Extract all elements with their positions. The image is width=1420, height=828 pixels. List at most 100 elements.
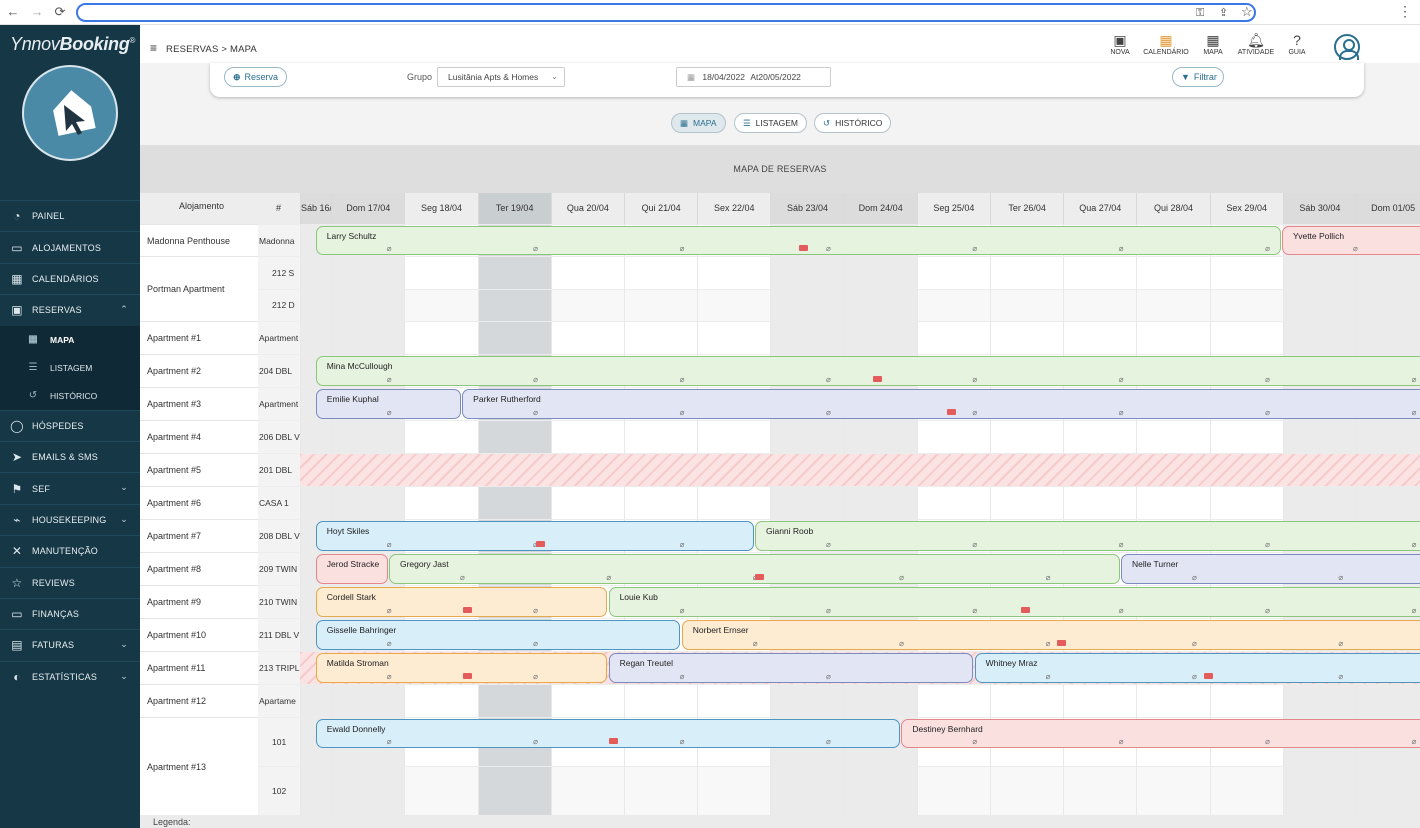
map-cell[interactable] <box>990 766 1064 815</box>
map-cell[interactable] <box>990 684 1064 717</box>
accommodation-label[interactable]: Apartment #7 <box>140 519 258 552</box>
sidebar-item-calend-rios[interactable]: ▦ CALENDÁRIOS <box>0 262 140 294</box>
map-cell[interactable] <box>697 288 771 321</box>
booking-bar[interactable]: Jerod Stracke <box>315 554 388 584</box>
map-cell[interactable] <box>1136 288 1210 321</box>
map-cell[interactable] <box>770 420 844 453</box>
breadcrumb-root[interactable]: RESERVAS <box>166 44 218 55</box>
map-cell[interactable] <box>331 486 405 519</box>
map-cell[interactable] <box>477 684 551 717</box>
toolbar-guia-button[interactable]: ? GUIA <box>1271 31 1323 56</box>
filtrar-button[interactable]: ▼ Filtrar <box>1172 67 1224 87</box>
map-cell[interactable] <box>300 684 332 717</box>
address-bar[interactable]: ⚿ ⇪ ☆ <box>76 3 1256 22</box>
map-cell[interactable] <box>990 420 1064 453</box>
map-cell[interactable] <box>550 256 624 289</box>
booking-bar[interactable]: Larry Schultz ⌀ ⌀ ⌀ ⌀ ⌀ ⌀ ⌀ <box>315 226 1281 255</box>
reload-icon[interactable]: ⟳ <box>53 4 67 20</box>
accommodation-label[interactable]: Apartment #8 <box>140 552 258 585</box>
map-cell[interactable] <box>1136 420 1210 453</box>
map-cell[interactable] <box>1136 766 1210 815</box>
map-cell[interactable] <box>331 256 405 289</box>
map-cell[interactable] <box>1356 766 1420 815</box>
grupo-select[interactable]: Lusitânia Apts & Homes ⌄ <box>437 67 565 87</box>
map-cell[interactable] <box>404 684 478 717</box>
map-cell[interactable] <box>300 321 332 354</box>
accommodation-label[interactable]: Apartment #5 <box>140 453 258 486</box>
map-cell[interactable] <box>1282 321 1356 354</box>
map-cell[interactable] <box>697 256 771 289</box>
map-cell[interactable] <box>1356 256 1420 289</box>
tab-historico[interactable]: ↺ HISTÓRICO <box>814 113 892 133</box>
map-cell[interactable] <box>1282 486 1356 519</box>
map-cell[interactable] <box>1209 256 1283 289</box>
sidebar-item-reviews[interactable]: ☆ REVIEWS <box>0 566 140 598</box>
map-cell[interactable] <box>624 256 698 289</box>
map-cell[interactable] <box>1282 420 1356 453</box>
accommodation-label[interactable]: Apartment #10 <box>140 618 258 651</box>
map-cell[interactable] <box>331 766 405 815</box>
map-cell[interactable] <box>843 420 917 453</box>
map-cell[interactable] <box>477 321 551 354</box>
booking-bar[interactable]: Emilie Kuphal ⌀ <box>315 389 461 419</box>
forward-icon[interactable]: → <box>30 4 44 20</box>
map-cell[interactable] <box>477 766 551 815</box>
booking-bar[interactable]: Norbert Ernser ⌀ ⌀ ⌀ ⌀ ⌀ <box>681 620 1420 650</box>
map-cell[interactable] <box>770 321 844 354</box>
booking-bar[interactable]: Cordell Stark ⌀ ⌀ <box>315 587 608 617</box>
sidebar-item-manuten-o[interactable]: ✕ MANUTENÇÃO <box>0 535 140 566</box>
map-cell[interactable] <box>1063 684 1137 717</box>
browser-menu-icon[interactable]: ⋮ <box>1398 3 1412 19</box>
accommodation-label[interactable]: Apartment #2 <box>140 354 258 387</box>
map-cell[interactable] <box>1136 321 1210 354</box>
map-cell[interactable] <box>916 288 990 321</box>
booking-bar[interactable]: Hoyt Skiles⌀⌀⌀ <box>315 521 754 551</box>
map-cell[interactable] <box>1282 256 1356 289</box>
map-cell[interactable] <box>1063 256 1137 289</box>
tab-listagem[interactable]: ☰ LISTAGEM <box>734 113 807 133</box>
booking-bar[interactable]: Nelle Turner ⌀ ⌀ <box>1120 554 1420 584</box>
sidebar-item-painel[interactable]: ◔ PAINEL <box>0 200 140 231</box>
map-cell[interactable] <box>1209 288 1283 321</box>
map-cell[interactable] <box>477 288 551 321</box>
booking-bar[interactable]: Matilda Stroman ⌀ ⌀ <box>315 653 608 683</box>
map-cell[interactable] <box>477 420 551 453</box>
map-cell[interactable] <box>1209 684 1283 717</box>
map-cell[interactable] <box>300 256 332 289</box>
map-cell[interactable] <box>1282 684 1356 717</box>
sidebar-item-reservas[interactable]: ▣ RESERVAS ⌃ <box>0 294 140 325</box>
sidebar-item-sef[interactable]: ⚑ SEF ⌄ <box>0 472 140 503</box>
sidebar-item-faturas[interactable]: ▤ FATURAS ⌄ <box>0 629 140 660</box>
accommodation-label[interactable]: Apartment #13 <box>140 717 258 815</box>
sidebar-item-estat-sticas[interactable]: ◐ ESTATÍSTICAS ⌄ <box>0 660 140 692</box>
sidebar-item-housekeeping[interactable]: ⌁ HOUSEKEEPING ⌄ <box>0 503 140 535</box>
map-cell[interactable] <box>331 684 405 717</box>
map-cell[interactable] <box>404 256 478 289</box>
map-cell[interactable] <box>331 288 405 321</box>
map-cell[interactable] <box>1356 321 1420 354</box>
map-cell[interactable] <box>331 321 405 354</box>
map-cell[interactable] <box>916 766 990 815</box>
map-cell[interactable] <box>550 684 624 717</box>
map-cell[interactable] <box>624 288 698 321</box>
map-cell[interactable] <box>770 486 844 519</box>
map-cell[interactable] <box>1282 288 1356 321</box>
map-cell[interactable] <box>843 288 917 321</box>
map-cell[interactable] <box>550 420 624 453</box>
submenu-item-histórico[interactable]: ↺ HISTÓRICO <box>0 382 140 410</box>
map-cell[interactable] <box>1209 321 1283 354</box>
map-cell[interactable] <box>843 486 917 519</box>
map-cell[interactable] <box>1209 766 1283 815</box>
share-icon[interactable]: ⇪ <box>1219 6 1228 20</box>
accommodation-label[interactable]: Apartment #12 <box>140 684 258 717</box>
map-cell[interactable] <box>624 766 698 815</box>
booking-bar[interactable]: Gianni Roob ⌀ ⌀ ⌀ ⌀ ⌀ <box>754 521 1420 551</box>
map-cell[interactable] <box>770 288 844 321</box>
map-cell[interactable] <box>624 486 698 519</box>
sidebar-item-emails-sms[interactable]: ➤ EMAILS & SMS <box>0 440 140 472</box>
map-cell[interactable] <box>331 420 405 453</box>
map-cell[interactable] <box>624 321 698 354</box>
property-avatar[interactable] <box>22 65 118 161</box>
booking-bar[interactable]: Yvette Pollich ⌀ <box>1282 226 1420 255</box>
booking-bar[interactable]: Gregory Jast⌀⌀⌀⌀⌀ <box>388 554 1120 584</box>
